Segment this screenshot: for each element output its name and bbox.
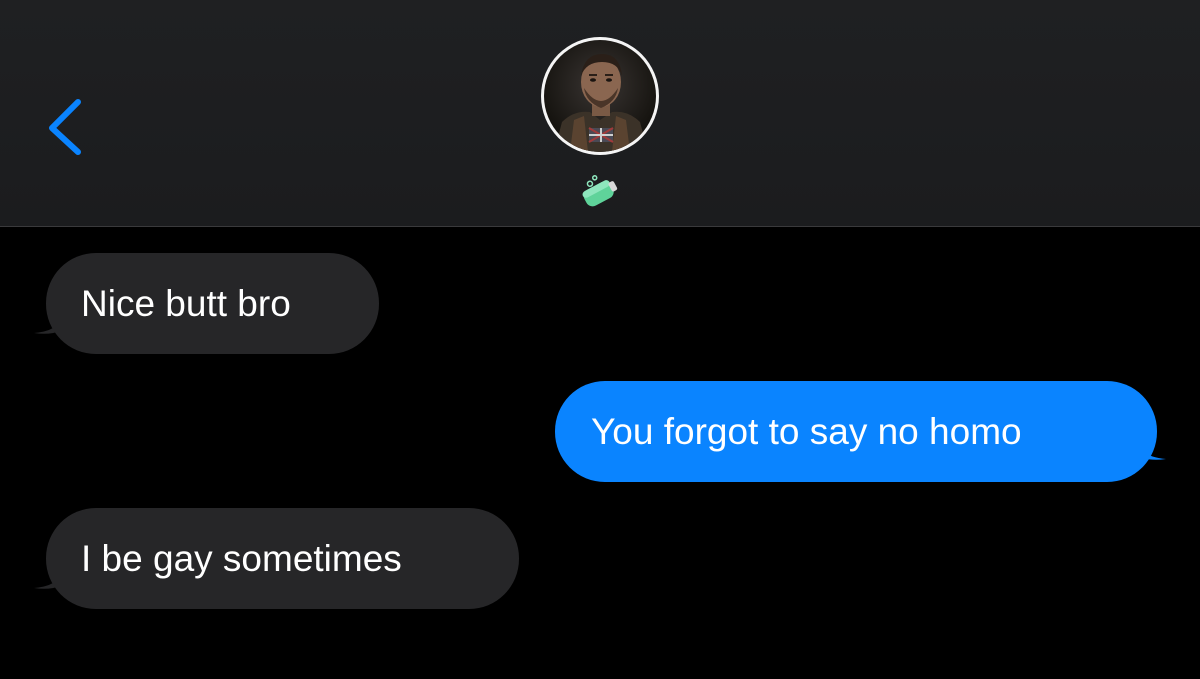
message-bubble-outgoing[interactable]: You forgot to say no homo bbox=[555, 381, 1157, 482]
message-list: Nice butt bro You forgot to say no homo … bbox=[0, 227, 1200, 679]
back-button[interactable] bbox=[38, 92, 98, 162]
chevron-left-icon bbox=[49, 99, 81, 155]
conversation-header bbox=[0, 0, 1200, 227]
green-potion-bottle-icon[interactable] bbox=[575, 170, 625, 210]
contact-avatar[interactable] bbox=[541, 37, 659, 155]
avatar-photo bbox=[544, 40, 656, 152]
messages-screen: Nice butt bro You forgot to say no homo … bbox=[0, 0, 1200, 679]
message-bubble-incoming[interactable]: Nice butt bro bbox=[46, 253, 379, 354]
message-bubble-incoming[interactable]: I be gay sometimes bbox=[46, 508, 519, 609]
